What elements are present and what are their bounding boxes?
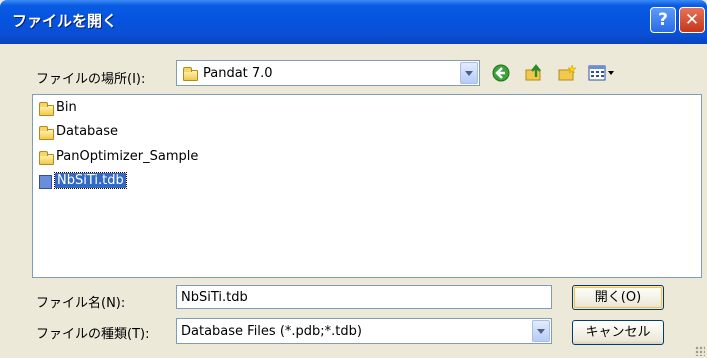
list-item-label: Database bbox=[56, 124, 119, 139]
location-value: Pandat 7.0 bbox=[203, 66, 273, 81]
resize-grip[interactable] bbox=[695, 346, 705, 356]
view-menu-icon[interactable] bbox=[588, 63, 616, 83]
list-item-label: NbSiTi.tdb bbox=[54, 172, 127, 189]
filetype-value: Database Files (*.pdb;*.tdb) bbox=[181, 324, 362, 339]
up-folder-icon[interactable] bbox=[524, 63, 544, 83]
window-title: ファイルを開く bbox=[12, 12, 118, 30]
folder-icon bbox=[39, 102, 54, 116]
back-icon[interactable] bbox=[491, 63, 511, 83]
location-label: ファイルの場所(I): bbox=[36, 72, 146, 87]
open-button[interactable]: 開く(O) bbox=[572, 285, 664, 310]
help-button[interactable]: ? bbox=[650, 7, 676, 33]
filetype-combobox[interactable]: Database Files (*.pdb;*.tdb) bbox=[176, 318, 552, 344]
close-button[interactable]: ✕ bbox=[679, 7, 705, 33]
list-item-label: Bin bbox=[56, 100, 77, 115]
folder-icon bbox=[39, 126, 54, 140]
open-file-dialog: ファイルを開く ? ✕ ファイルの場所(I): Pandat 7.0 Bin D… bbox=[0, 0, 707, 358]
new-folder-icon[interactable] bbox=[557, 63, 577, 83]
cancel-button[interactable]: キャンセル bbox=[572, 320, 664, 345]
list-item-label: PanOptimizer_Sample bbox=[56, 149, 199, 164]
filename-value: NbSiTi.tdb bbox=[181, 290, 248, 305]
chevron-down-icon[interactable] bbox=[532, 320, 550, 342]
title-bar[interactable]: ファイルを開く ? ✕ bbox=[0, 0, 707, 44]
file-list[interactable]: Bin Database PanOptimizer_Sample NbSiTi.… bbox=[32, 94, 702, 278]
folder-icon bbox=[39, 151, 54, 165]
chevron-down-icon[interactable] bbox=[460, 62, 478, 84]
folder-icon bbox=[183, 67, 198, 81]
location-combobox[interactable]: Pandat 7.0 bbox=[176, 60, 480, 86]
database-file-icon bbox=[39, 175, 52, 189]
filename-label: ファイル名(N): bbox=[36, 296, 126, 311]
filetype-label: ファイルの種類(T): bbox=[36, 327, 150, 342]
filename-input[interactable]: NbSiTi.tdb bbox=[176, 285, 552, 309]
